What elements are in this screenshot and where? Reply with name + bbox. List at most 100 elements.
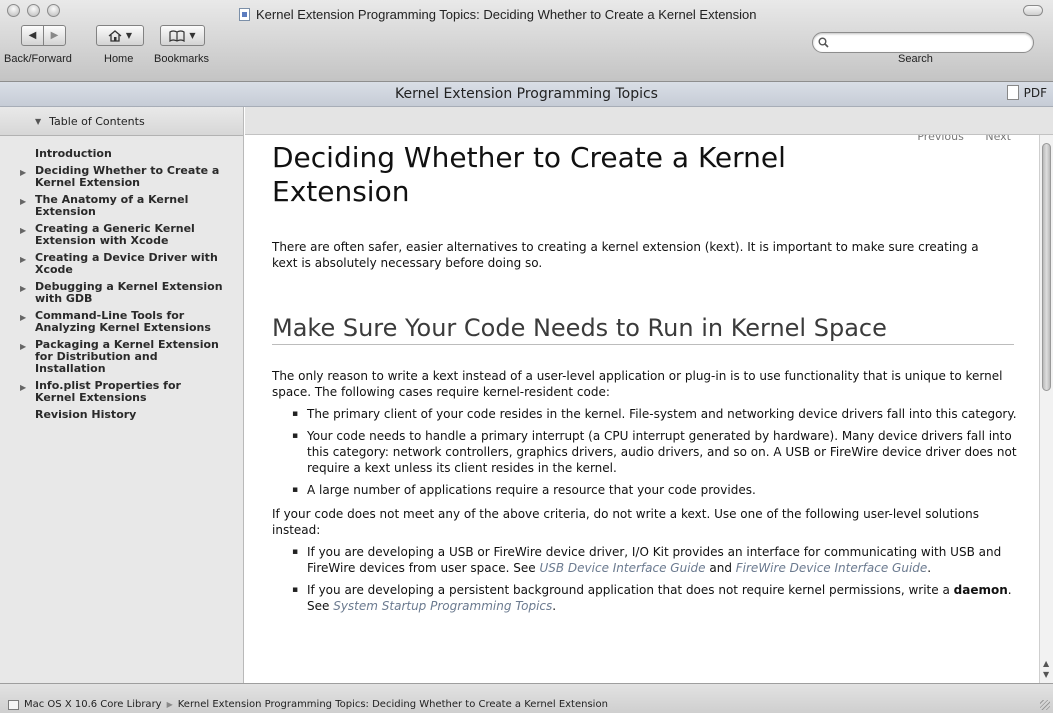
close-window-button[interactable] — [7, 4, 20, 17]
toc-item-label: Debugging a Kernel Extension with GDB — [35, 280, 223, 305]
pdf-link[interactable]: PDF — [1006, 85, 1047, 100]
bookmarks-label: Bookmarks — [154, 53, 210, 65]
toc-item-info-plist[interactable]: ▶ Info.plist Properties for Kernel Extens… — [0, 380, 243, 404]
back-forward-label: Back/Forward — [4, 53, 72, 65]
intro-paragraph: There are often safer, easier alternativ… — [272, 240, 979, 270]
sidebar: ▼ Table of Contents Introduction ▶ Decidi… — [0, 107, 244, 683]
breadcrumb-separator-icon: ▶ — [166, 700, 173, 709]
search-icon — [818, 37, 829, 48]
forward-button[interactable]: ▶ — [43, 25, 66, 46]
disclosure-right-icon[interactable]: ▶ — [20, 283, 26, 295]
paragraph: If your code does not meet any of the ab… — [272, 507, 979, 537]
paragraph: The only reason to write a kext instead … — [272, 369, 1003, 399]
toc-item-generic-kext[interactable]: ▶ Creating a Generic Kernel Extension wit… — [0, 223, 243, 247]
search-field[interactable] — [812, 32, 1034, 53]
toc-item-label: Packaging a Kernel Extension for Distrib… — [35, 338, 219, 375]
toc-item-command-line-tools[interactable]: ▶ Command-Line Tools for Analyzing Kernel… — [0, 310, 243, 334]
toc-item-deciding[interactable]: ▶ Deciding Whether to Create a Kernel Ext… — [0, 165, 243, 189]
disclosure-right-icon[interactable]: ▶ — [20, 167, 26, 179]
bookmarks-button[interactable]: ▼ — [160, 25, 205, 46]
minimize-window-button[interactable] — [27, 4, 40, 17]
toc-item-device-driver[interactable]: ▶ Creating a Device Driver with Xcode — [0, 252, 243, 276]
scroll-up-arrow-icon[interactable]: ▲ — [1043, 659, 1049, 668]
breadcrumb: Mac OS X 10.6 Core Library ▶ Kernel Exte… — [8, 699, 608, 710]
list-item-text: and — [705, 561, 736, 575]
pdf-label: PDF — [1023, 85, 1047, 100]
list-item-text: . — [927, 561, 932, 575]
status-bar: Mac OS X 10.6 Core Library ▶ Kernel Exte… — [0, 683, 1053, 713]
document-title[interactable]: Kernel Extension Programming Topics — [0, 86, 1053, 102]
list-item: Your code needs to handle a primary inte… — [289, 428, 1017, 476]
section-heading: Make Sure Your Code Needs to Run in Kern… — [272, 314, 1014, 345]
toc-item-label: Creating a Generic Kernel Extension with… — [35, 222, 195, 247]
toolbar-toggle-button[interactable] — [1023, 5, 1043, 16]
window-title: Kernel Extension Programming Topics: Dec… — [239, 6, 757, 22]
zoom-window-button[interactable] — [47, 4, 60, 17]
library-icon — [8, 699, 19, 710]
toc-title: Table of Contents — [49, 114, 145, 128]
list-item-text: . — [552, 599, 557, 613]
home-menu-chevron-icon: ▼ — [125, 31, 133, 40]
disclosure-down-icon: ▼ — [35, 116, 42, 126]
home-icon — [108, 29, 122, 42]
scroll-down-arrow-icon[interactable]: ▼ — [1043, 670, 1049, 679]
document-icon — [239, 7, 250, 21]
toc-list: Introduction ▶ Deciding Whether to Create… — [0, 136, 243, 421]
disclosure-right-icon[interactable]: ▶ — [20, 254, 26, 266]
disclosure-right-icon[interactable]: ▶ — [20, 382, 26, 394]
firewire-guide-link[interactable]: FireWire Device Interface Guide — [736, 561, 928, 575]
toc-item-revision-history[interactable]: Revision History — [0, 409, 243, 421]
window-toolbar: Kernel Extension Programming Topics: Dec… — [0, 0, 1053, 82]
home-button[interactable]: ▼ — [96, 25, 144, 46]
toc-header[interactable]: ▼ Table of Contents — [0, 107, 243, 136]
toc-item-label: Info.plist Properties for Kernel Extensi… — [35, 379, 181, 404]
list-item-text: If you are developing a persistent backg… — [307, 583, 954, 597]
page-title: Deciding Whether to Create a Kernel Exte… — [272, 141, 786, 208]
back-arrow-icon: ◀ — [28, 30, 37, 41]
book-icon — [169, 29, 186, 42]
toc-item-introduction[interactable]: Introduction — [0, 148, 243, 160]
article: Previous Next Deciding Whether to Create… — [245, 135, 1039, 683]
toc-item-label: The Anatomy of a Kernel Extension — [35, 193, 189, 218]
toc-item-label: Creating a Device Driver with Xcode — [35, 251, 218, 276]
list-item: A large number of applications require a… — [289, 482, 1017, 498]
home-label: Home — [104, 53, 134, 65]
list-item: If you are developing a USB or FireWire … — [289, 544, 1017, 576]
usb-guide-link[interactable]: USB Device Interface Guide — [539, 561, 705, 575]
search-label: Search — [898, 53, 933, 65]
breadcrumb-item[interactable]: Mac OS X 10.6 Core Library — [24, 699, 162, 710]
window-title-text: Kernel Extension Programming Topics: Dec… — [256, 6, 757, 22]
bullet-list: If you are developing a USB or FireWire … — [289, 544, 1017, 614]
prev-next-nav: Previous Next — [917, 135, 1011, 143]
toc-item-packaging[interactable]: ▶ Packaging a Kernel Extension for Distri… — [0, 339, 243, 375]
toc-item-anatomy[interactable]: ▶ The Anatomy of a Kernel Extension — [0, 194, 243, 218]
list-item: The primary client of your code resides … — [289, 406, 1017, 422]
bullet-list: The primary client of your code resides … — [289, 406, 1017, 498]
pdf-icon — [1006, 85, 1019, 100]
vertical-scrollbar[interactable]: ▲ ▼ — [1039, 135, 1053, 683]
list-item: If you are developing a persistent backg… — [289, 582, 1017, 614]
toc-item-label: Deciding Whether to Create a Kernel Exte… — [35, 164, 220, 189]
forward-arrow-icon: ▶ — [50, 30, 59, 41]
toc-item-label: Revision History — [35, 408, 137, 421]
document-header-bar: Kernel Extension Programming Topics PDF — [0, 82, 1053, 107]
section-body: The only reason to write a kext instead … — [272, 368, 1017, 622]
scroll-thumb[interactable] — [1042, 143, 1051, 391]
daemon-term: daemon — [953, 583, 1008, 597]
resize-grip[interactable] — [1040, 700, 1050, 710]
disclosure-right-icon[interactable]: ▶ — [20, 341, 26, 353]
content-top-bar — [245, 107, 1053, 135]
toc-item-label: Command-Line Tools for Analyzing Kernel … — [35, 309, 211, 334]
previous-link[interactable]: Previous — [917, 135, 964, 143]
disclosure-right-icon[interactable]: ▶ — [20, 225, 26, 237]
bookmarks-menu-chevron-icon: ▼ — [189, 31, 196, 40]
toc-item-label: Introduction — [35, 147, 112, 160]
search-input[interactable] — [833, 36, 1018, 49]
back-button[interactable]: ◀ — [21, 25, 44, 46]
disclosure-right-icon[interactable]: ▶ — [20, 196, 26, 208]
disclosure-right-icon[interactable]: ▶ — [20, 312, 26, 324]
system-startup-link[interactable]: System Startup Programming Topics — [333, 599, 552, 613]
breadcrumb-item[interactable]: Kernel Extension Programming Topics: Dec… — [178, 699, 608, 710]
next-link[interactable]: Next — [985, 135, 1011, 143]
toc-item-debugging[interactable]: ▶ Debugging a Kernel Extension with GDB — [0, 281, 243, 305]
